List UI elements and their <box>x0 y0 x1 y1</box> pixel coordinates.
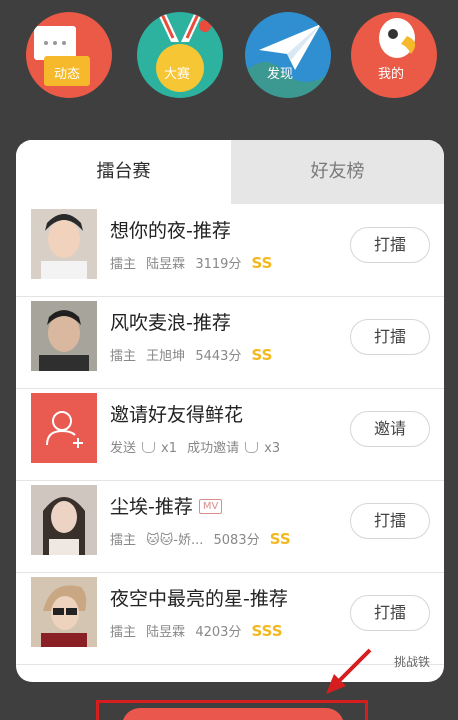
add-friend-glyph <box>46 411 83 448</box>
rank-badge: SSS <box>251 622 283 640</box>
role-label: 擂主 <box>110 257 137 272</box>
add-friend-icon <box>31 393 97 463</box>
list-item[interactable]: 尘埃-推荐 MV 擂主 🐱🐱-娇... 5083分 SS 打擂 <box>16 480 444 573</box>
score: 5083分 <box>213 533 260 548</box>
flower-cup-icon <box>142 442 156 453</box>
challenge-button[interactable]: 打擂 <box>350 503 430 539</box>
nav-dongtai-label: 动态 <box>54 67 81 82</box>
user-name: 王旭坤 <box>146 349 186 364</box>
nav-dasai[interactable]: 大赛 <box>137 12 223 98</box>
song-meta: 擂主 🐱🐱-娇... 5083分 SS <box>110 529 297 548</box>
song-title: 尘埃-推荐 MV <box>110 492 223 519</box>
send-count: x1 <box>161 441 177 456</box>
song-meta: 擂主 陆昱霖 3119分 SS <box>110 253 278 272</box>
user-name: 🐱🐱-娇... <box>146 533 204 548</box>
mv-tag: MV <box>198 499 223 514</box>
song-title-text: 尘埃-推荐 <box>110 496 193 518</box>
challenge-button[interactable]: 打擂 <box>350 319 430 355</box>
score: 5443分 <box>195 349 242 364</box>
invite-item[interactable]: 邀请好友得鲜花 发送 x1 成功邀请 x3 邀请 <box>16 388 444 481</box>
success-count: x3 <box>264 441 281 456</box>
annotation-arrow-icon <box>326 648 372 694</box>
challenge-button[interactable]: 打擂 <box>350 227 430 263</box>
chat-bubble-icon <box>34 26 90 86</box>
avatar-photo <box>31 577 97 647</box>
nav-faxian[interactable]: 发现 <box>245 12 331 98</box>
parrot-icon <box>379 18 416 58</box>
nav-dongtai[interactable]: 动态 <box>26 12 112 98</box>
tab-leitai[interactable]: 擂台赛 <box>16 140 231 204</box>
nav-faxian-label: 发现 <box>267 67 294 82</box>
role-label: 擂主 <box>110 625 137 640</box>
send-label: 发送 <box>110 441 137 456</box>
role-label: 擂主 <box>110 533 137 548</box>
invite-button[interactable]: 邀请 <box>350 411 430 447</box>
song-meta: 擂主 王旭坤 5443分 SS <box>110 345 278 364</box>
avatar <box>31 301 97 371</box>
list-item[interactable]: 风吹麦浪-推荐 擂主 王旭坤 5443分 SS 打擂 <box>16 296 444 389</box>
score: 4203分 <box>195 625 242 640</box>
medal-icon <box>156 12 211 92</box>
paper-plane-icon <box>245 24 331 98</box>
flower-cup-icon <box>245 442 259 453</box>
song-title: 风吹麦浪-推荐 <box>110 312 231 334</box>
user-name: 陆昱霖 <box>146 625 186 640</box>
invite-meta: 发送 x1 成功邀请 x3 <box>110 437 286 456</box>
song-title: 夜空中最亮的星-推荐 <box>110 588 288 610</box>
nav-wode-label: 我的 <box>378 67 405 82</box>
rank-badge: SS <box>269 530 291 548</box>
nav-wode[interactable]: 我的 <box>351 12 437 98</box>
list-item[interactable]: 夜空中最亮的星-推荐 擂主 陆昱霖 4203分 SSS 打擂 <box>16 572 444 665</box>
rank-badge: SS <box>251 346 273 364</box>
challenge-link[interactable]: 挑战铁 <box>394 653 430 670</box>
invite-title: 邀请好友得鲜花 <box>110 404 244 426</box>
rank-badge: SS <box>251 254 273 272</box>
avatar-photo <box>31 301 97 371</box>
role-label: 擂主 <box>110 349 137 364</box>
challenge-button[interactable]: 打擂 <box>350 595 430 631</box>
leaderboard-card: 擂台赛 好友榜 想你的夜-推荐 擂主 陆昱霖 3119分 SS 打擂 风吹麦浪-… <box>16 140 444 682</box>
nav-dasai-label: 大赛 <box>164 67 191 82</box>
song-title: 想你的夜-推荐 <box>110 220 231 242</box>
avatar-photo <box>31 209 97 279</box>
highlight-box <box>96 700 368 720</box>
app-screen: 动态 大赛 发现 我的 擂台赛 好友榜 想你的夜-推荐 擂主 陆昱霖 3119分… <box>0 0 458 720</box>
avatar <box>31 485 97 555</box>
avatar <box>31 209 97 279</box>
tab-bar: 擂台赛 好友榜 <box>16 140 444 204</box>
user-name: 陆昱霖 <box>146 257 186 272</box>
avatar <box>31 577 97 647</box>
list-item[interactable]: 想你的夜-推荐 擂主 陆昱霖 3119分 SS 打擂 <box>16 204 444 297</box>
score: 3119分 <box>195 257 242 272</box>
song-meta: 擂主 陆昱霖 4203分 SSS <box>110 621 289 640</box>
avatar-photo <box>31 485 97 555</box>
success-label: 成功邀请 <box>187 441 240 456</box>
tab-friends[interactable]: 好友榜 <box>231 140 444 204</box>
